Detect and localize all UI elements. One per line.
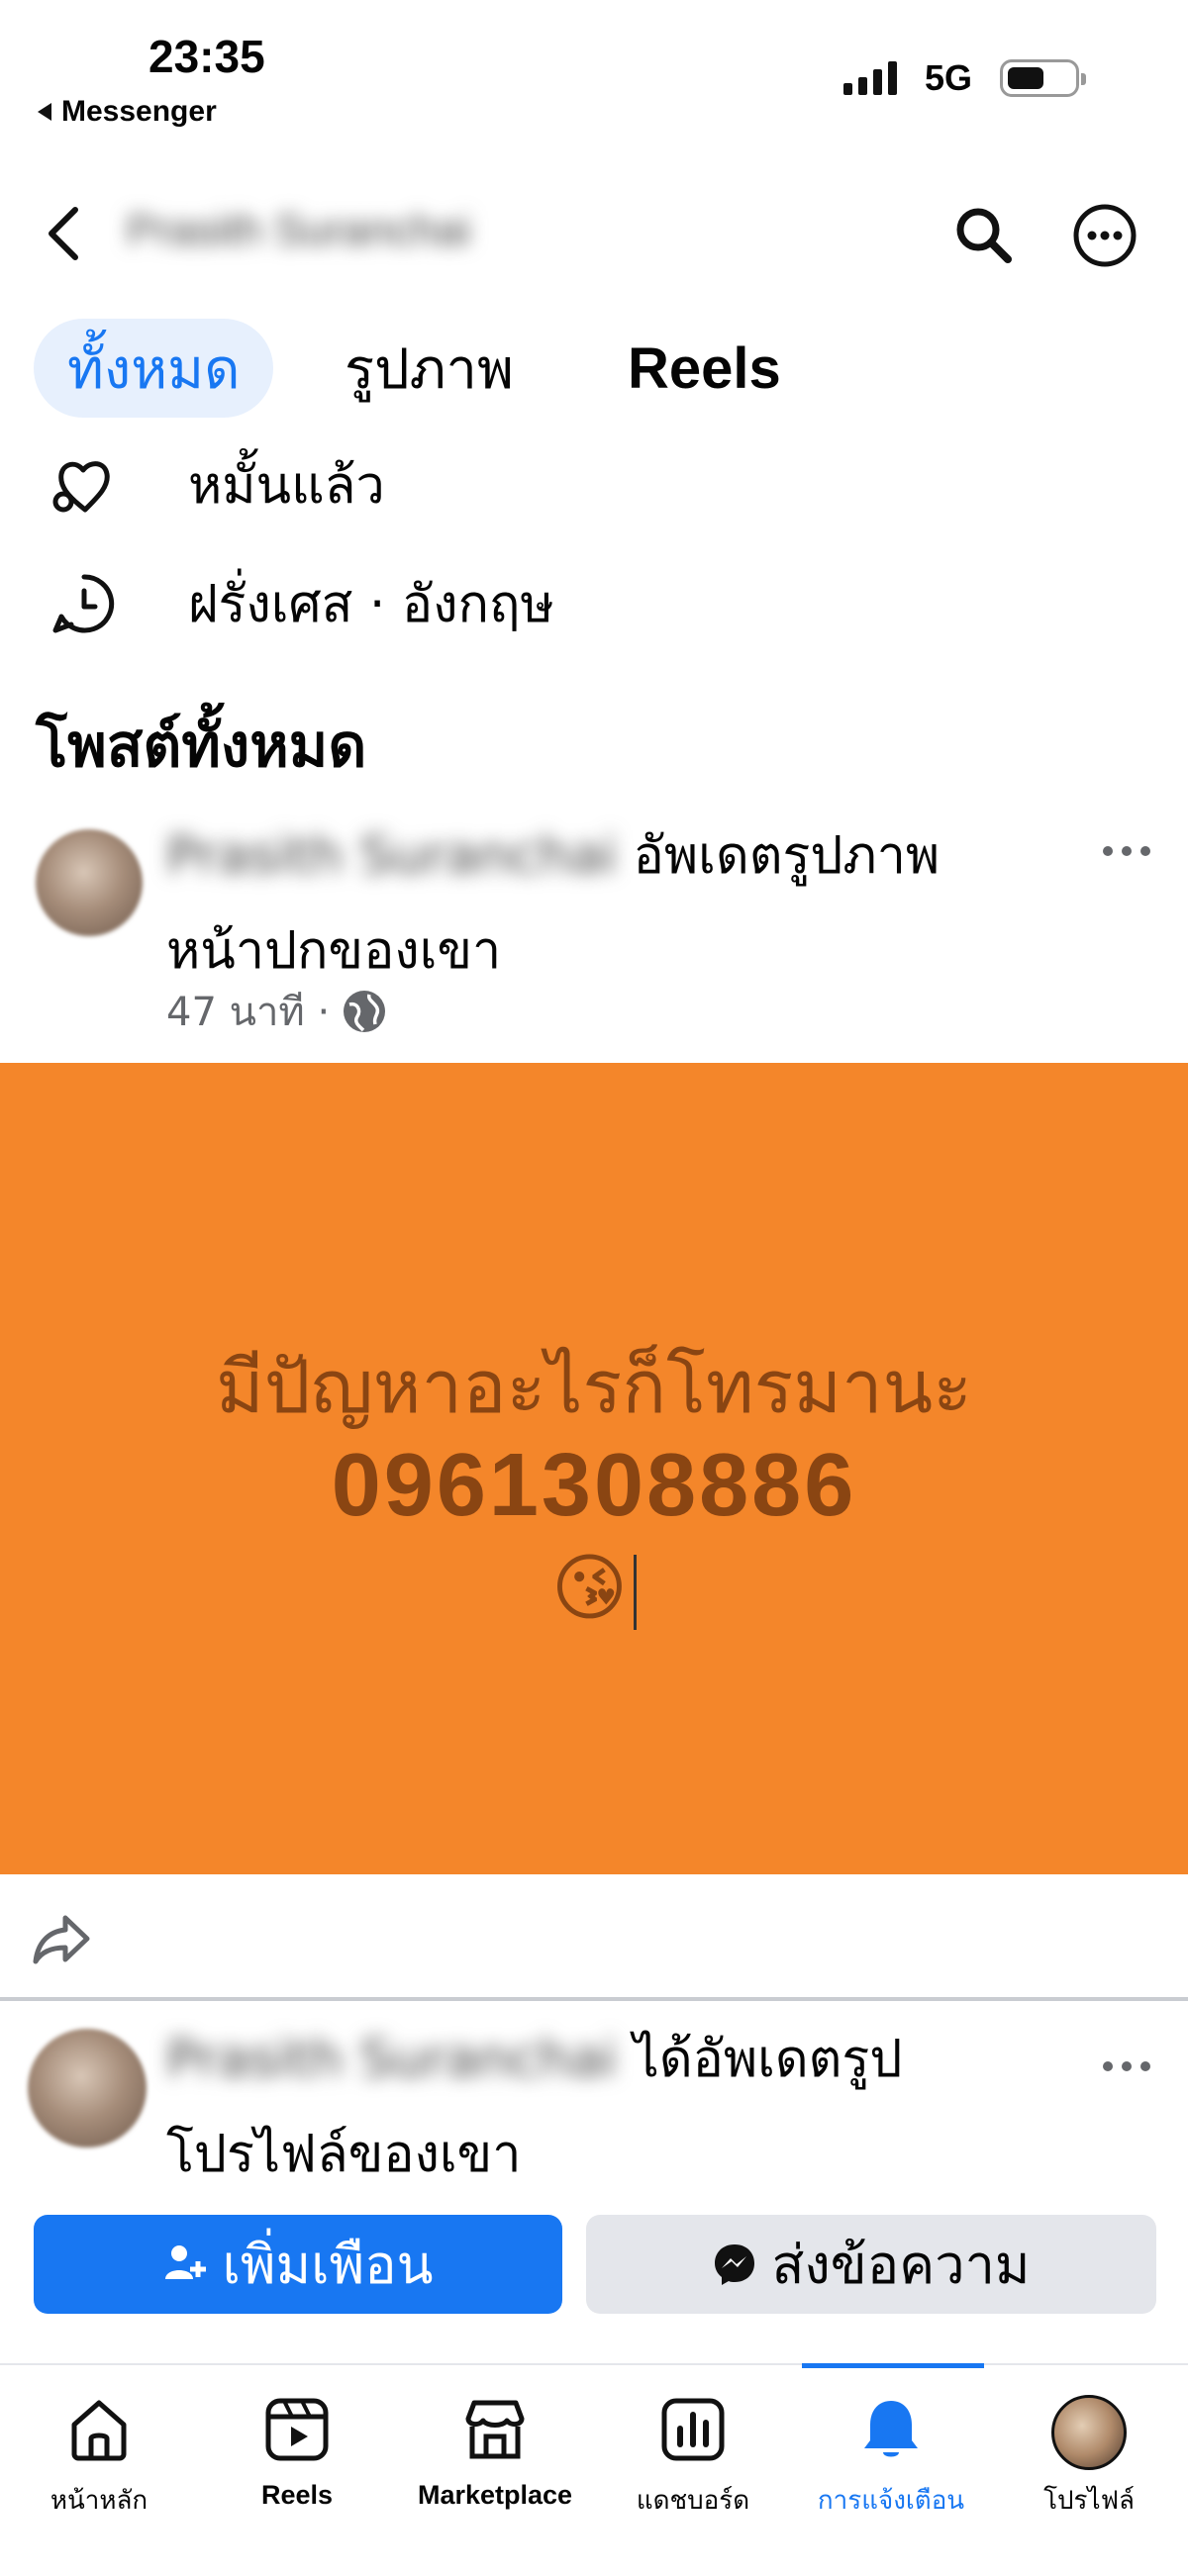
marketplace-icon [465, 2400, 525, 2459]
nav-home[interactable]: หน้าหลัก [0, 2395, 198, 2521]
nav-home-label: หน้าหลัก [50, 2486, 148, 2516]
post2-action-line1: ได้อัพเดตรูป [633, 2030, 903, 2089]
tab-reels[interactable]: Reels [628, 319, 781, 418]
avatar[interactable] [28, 2029, 147, 2147]
back-arrow-icon[interactable] [44, 204, 83, 267]
languages-row: ฝรั่งเศส · อังกฤษ [50, 562, 554, 644]
text-caret [634, 1555, 638, 1631]
search-icon[interactable] [952, 204, 1016, 271]
add-friend-label: เพิ่มเพือน [222, 2234, 434, 2296]
nav-notifications-label: การแจ้งเตือน [817, 2486, 965, 2516]
more-options-icon[interactable] [1071, 202, 1138, 273]
post2-author-line: Prasith Suranchai ได้อัพเดตรูป [166, 2019, 902, 2100]
relationship-row: หมั้นแล้ว [50, 443, 385, 525]
nav-profile[interactable]: โปรไฟล์ [990, 2395, 1188, 2521]
add-friend-button[interactable]: เพิ่มเพือน [34, 2215, 562, 2314]
post-more-icon[interactable] [1101, 843, 1152, 862]
post-author-line: Prasith Suranchai อัพเดตรูปภาพ [166, 815, 940, 897]
post-time: 47 นาที · [166, 990, 331, 1035]
share-icon[interactable] [32, 1912, 91, 1969]
bottom-tab-bar: หน้าหลัก Reels Marketplace แดชบอร์ด การแ… [0, 2363, 1188, 2576]
globe-icon [344, 991, 386, 1032]
post-image-line1: มีปัญหาอะไรก็โทรมานะ [215, 1345, 973, 1430]
nav-profile-label: โปรไฟล์ [1043, 2486, 1135, 2516]
back-triangle-icon [38, 103, 51, 121]
nav-reels-label: Reels [260, 2480, 334, 2510]
kiss-emoji: 😘 [550, 1546, 629, 1631]
signal-icon [843, 59, 897, 95]
post-meta: 47 นาที · [166, 980, 389, 1043]
post-divider [0, 1997, 1188, 2001]
tab-all[interactable]: ทั้งหมด [34, 319, 274, 418]
nav-dashboard[interactable]: แดชบอร์ด [594, 2395, 792, 2521]
message-button[interactable]: ส่งข้อความ [586, 2215, 1156, 2314]
nav-marketplace[interactable]: Marketplace [396, 2395, 594, 2511]
post-image-emoji-row: 😘 [0, 1546, 1188, 1631]
back-to-app[interactable]: Messenger [36, 95, 217, 129]
reels-icon [265, 2398, 329, 2461]
bell-icon [864, 2401, 918, 2457]
battery-icon [1000, 59, 1086, 97]
avatar[interactable] [36, 829, 143, 936]
tab-photos[interactable]: รูปภาพ [345, 319, 514, 418]
post-image[interactable]: มีปัญหาอะไรก็โทรมานะ 0961308886 😘 [0, 1063, 1188, 1874]
post2-author-name[interactable]: Prasith Suranchai [166, 2030, 617, 2089]
post-action-line1: อัพเดตรูปภาพ [633, 826, 940, 886]
profile-name-header: Prasith Suranchai [127, 206, 471, 254]
heart-icon [52, 460, 110, 512]
status-time: 23:35 [148, 31, 265, 82]
nav-dashboard-label: แดชบอร์ด [636, 2486, 750, 2516]
message-label: ส่งข้อความ [771, 2234, 1031, 2296]
languages-text: ฝรั่งเศส · อังกฤษ [188, 575, 554, 634]
post2-more-icon[interactable] [1101, 2058, 1152, 2077]
network-type: 5G [925, 57, 973, 98]
post-author-name[interactable]: Prasith Suranchai [166, 826, 617, 886]
nav-reels[interactable]: Reels [198, 2395, 396, 2511]
home-icon [71, 2400, 127, 2461]
messenger-icon [715, 2244, 755, 2285]
post2-action-line2: โปรไฟล์ของเขา [166, 2125, 522, 2184]
add-friend-icon [165, 2245, 207, 2279]
post-image-phone: 0961308886 [331, 1436, 857, 1535]
relationship-status: หมั้นแล้ว [188, 456, 385, 516]
language-icon [52, 573, 115, 632]
dashboard-icon [661, 2398, 725, 2461]
profile-avatar [1051, 2395, 1127, 2470]
active-tab-indicator [802, 2363, 984, 2368]
nav-marketplace-label: Marketplace [417, 2480, 573, 2510]
section-title: โพสต์ทั้งหมด [36, 712, 367, 781]
nav-notifications[interactable]: การแจ้งเตือน [792, 2395, 990, 2521]
back-app-label: Messenger [61, 95, 217, 128]
